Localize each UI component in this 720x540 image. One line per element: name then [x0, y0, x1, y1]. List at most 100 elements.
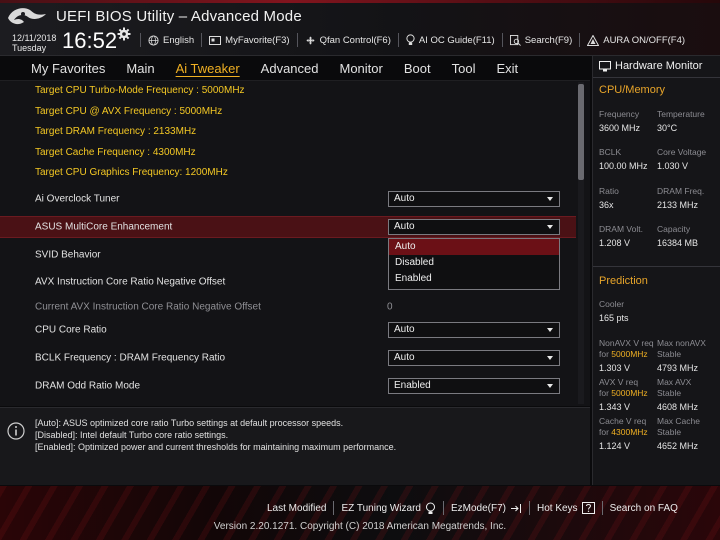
asus-multicore-enhancement-dropdown[interactable]: Auto [388, 219, 560, 235]
tab-advanced[interactable]: Advanced [261, 61, 319, 76]
hw-label-line: NonAVX V req [599, 338, 654, 348]
ai-overclock-tuner-dropdown[interactable]: Auto [388, 191, 560, 207]
hot-keys-button[interactable]: Hot Keys [530, 502, 602, 514]
search-on-faq-button[interactable]: Search on FAQ [603, 503, 685, 514]
gear-icon[interactable] [117, 27, 131, 41]
chevron-down-icon [547, 197, 553, 201]
copyright-text: Version 2.20.1271. Copyright (C) 2018 Am… [213, 521, 507, 532]
setting-label: SVID Behavior [35, 249, 101, 261]
dropdown-value: Enabled [394, 380, 431, 391]
tab-my-favorites[interactable]: My Favorites [31, 61, 105, 76]
dropdown-option-enabled[interactable]: Enabled [389, 271, 559, 287]
dropdown-option-disabled[interactable]: Disabled [389, 255, 559, 271]
target-cpu-avx-freq: Target CPU @ AVX Frequency : 5000MHz [35, 106, 223, 117]
target-cpu-turbo-freq: Target CPU Turbo-Mode Frequency : 5000MH… [35, 85, 245, 96]
language-label: English [163, 34, 195, 46]
hw-value: 4652 MHz [657, 441, 699, 451]
language-button[interactable]: English [141, 35, 201, 46]
dropdown-value: Auto [394, 221, 415, 232]
dropdown-value: Auto [394, 193, 415, 204]
hw-label: NonAVX V req for 5000MHz [599, 338, 654, 360]
bulb-icon [425, 502, 435, 514]
tab-boot[interactable]: Boot [404, 61, 431, 76]
footer-toolbar: Last Modified EZ Tuning Wizard EzMode(F7… [260, 500, 685, 516]
dropdown-value: Auto [394, 324, 415, 335]
title-accent-bar [0, 0, 720, 3]
hw-label: Cache V req for 4300MHz [599, 416, 648, 438]
ez-mode-label: EzMode(F7) [450, 502, 506, 514]
chevron-down-icon [547, 225, 553, 229]
date-text: 12/11/2018 [12, 33, 57, 43]
hw-divider [593, 77, 720, 78]
last-modified-button[interactable]: Last Modified [260, 503, 333, 514]
tab-main[interactable]: Main [126, 61, 154, 76]
hw-label-line: for [599, 349, 612, 359]
dropdown-option-auto[interactable]: Auto [389, 239, 559, 255]
hardware-monitor-title: Hardware Monitor [599, 60, 702, 72]
ai-oc-guide-button[interactable]: AI OC Guide(F11) [399, 34, 502, 46]
monitor-icon [599, 60, 611, 71]
bulb-icon [406, 34, 415, 45]
setting-label: CPU Core Ratio [35, 324, 107, 336]
info-icon [7, 422, 25, 440]
target-cache-freq: Target Cache Frequency : 4300MHz [35, 147, 196, 158]
hw-value: 1.030 V [657, 161, 689, 171]
hardware-monitor-label: Hardware Monitor [615, 60, 703, 72]
question-icon [581, 502, 595, 514]
hw-value: 100.00 MHz [599, 161, 648, 171]
setting-label: Ai Overclock Tuner [35, 193, 120, 205]
tab-exit[interactable]: Exit [496, 61, 518, 76]
search-on-faq-label: Search on FAQ [609, 502, 678, 514]
hw-value: 4608 MHz [657, 402, 699, 412]
aura-toggle-button[interactable]: AURA ON/OFF(F4) [580, 34, 692, 46]
help-text-line: [Enabled]: Optimized power and current t… [35, 442, 397, 452]
hw-label: AVX V req for 5000MHz [599, 377, 648, 399]
last-modified-label: Last Modified [267, 502, 327, 514]
ez-tuning-wizard-label: EZ Tuning Wizard [341, 502, 421, 514]
cooler-value: 165 pts [599, 313, 629, 323]
dram-odd-ratio-dropdown[interactable]: Enabled [388, 378, 560, 394]
hw-label: Temperature [657, 109, 705, 119]
target-dram-freq: Target DRAM Frequency : 2133MHz [35, 126, 197, 137]
myfavorite-button[interactable]: MyFavorite(F3) [202, 35, 296, 46]
hw-label-line: Max AVX [657, 377, 692, 387]
multicore-dropdown-list[interactable]: Auto Disabled Enabled [388, 238, 560, 290]
bclk-dram-ratio-dropdown[interactable]: Auto [388, 350, 560, 366]
setting-label: DRAM Odd Ratio Mode [35, 380, 141, 392]
hw-value: 1.343 V [599, 402, 631, 412]
hw-value: 2133 MHz [657, 200, 699, 210]
tab-ai-tweaker[interactable]: Ai Tweaker [176, 61, 240, 76]
dropdown-value: Auto [394, 352, 415, 363]
setting-label: ASUS MultiCore Enhancement [35, 221, 173, 233]
globe-icon [148, 34, 159, 46]
setting-row-current-avx-ratio-offset: Current AVX Instruction Core Ratio Negat… [0, 296, 576, 318]
ez-tuning-wizard-button[interactable]: EZ Tuning Wizard [334, 502, 442, 515]
aura-toggle-label: AURA ON/OFF(F4) [603, 34, 686, 46]
setting-value: 0 [387, 301, 393, 313]
search-button[interactable]: Search(F9) [503, 34, 580, 46]
qfan-control-button[interactable]: Qfan Control(F6) [298, 35, 398, 46]
cooler-label: Cooler [599, 299, 625, 309]
hw-label: DRAM Freq. [657, 186, 705, 196]
chevron-down-icon [547, 384, 553, 388]
hw-value: 3600 MHz [599, 123, 641, 133]
hw-label-highlight: 5000MHz [611, 388, 648, 398]
setting-label: Current AVX Instruction Core Ratio Negat… [35, 301, 261, 313]
hw-label: Capacity [657, 224, 691, 234]
main-nav: My Favorites Main Ai Tweaker Advanced Mo… [0, 57, 590, 79]
favorite-icon [209, 35, 222, 45]
chevron-down-icon [547, 356, 553, 360]
hw-value: 16384 MB [657, 238, 699, 248]
cpu-core-ratio-dropdown[interactable]: Auto [388, 322, 560, 338]
setting-label: AVX Instruction Core Ratio Negative Offs… [35, 276, 226, 288]
tab-tool[interactable]: Tool [452, 61, 476, 76]
tab-monitor[interactable]: Monitor [340, 61, 383, 76]
rog-logo-icon [8, 8, 46, 25]
date-display: 12/11/2018 Tuesday [12, 33, 56, 53]
hw-label: Frequency [599, 109, 640, 119]
scrollbar-thumb[interactable] [578, 84, 584, 180]
ez-mode-button[interactable]: EzMode(F7) [444, 503, 529, 514]
app-title: UEFI BIOS Utility – Advanced Mode [56, 8, 302, 25]
hw-label-line: Stable [657, 388, 682, 398]
search-label: Search(F9) [524, 34, 573, 46]
